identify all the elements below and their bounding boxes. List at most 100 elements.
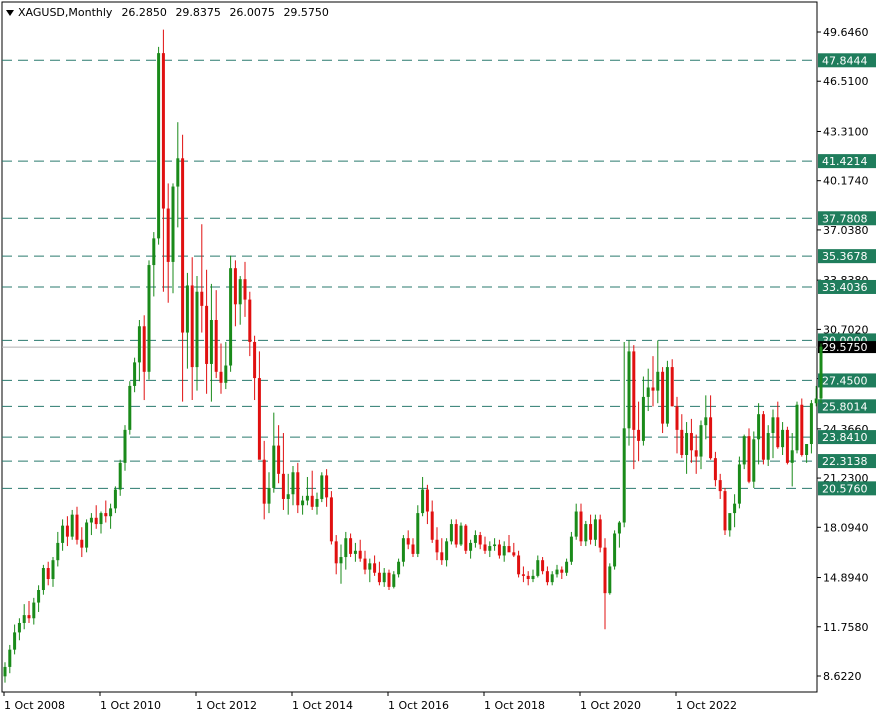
candle-body-up (133, 362, 137, 386)
candle-body-up (488, 546, 492, 551)
candle-body-down (632, 351, 636, 430)
candle-body-down (329, 497, 333, 542)
candle-body-down (709, 417, 713, 459)
candle-body-up (646, 387, 650, 397)
candle-body-up (171, 186, 175, 262)
candle-body-down (517, 555, 521, 575)
current-price-label: 29.5750 (822, 341, 868, 354)
candle-body-down (761, 414, 765, 460)
candle-body-up (805, 444, 809, 456)
candle-body-up (353, 550, 357, 554)
candle-body-down (713, 458, 717, 481)
candle-body-up (37, 590, 41, 603)
candle-body-down (142, 326, 146, 372)
candle-body-down (373, 563, 377, 573)
candle-body-down (325, 475, 329, 498)
candle-body-up (382, 572, 386, 583)
candle-body-up (699, 425, 703, 457)
candle-body-up (157, 53, 161, 239)
candle-body-down (637, 429, 641, 441)
candle-body-down (46, 568, 50, 580)
price-axis-label: 8.6220 (823, 670, 862, 683)
price-axis-label: 18.0940 (823, 521, 869, 534)
candle-body-down (675, 406, 679, 430)
candle-body-up (320, 475, 324, 499)
candle-body-up (737, 464, 741, 504)
candle-body-up (32, 602, 36, 619)
time-axis-label: 1 Oct 2016 (388, 699, 449, 712)
candle-body-up (301, 500, 305, 506)
candle-body-up (445, 541, 449, 561)
candle-body-up (613, 533, 617, 567)
candle-body-down (651, 387, 655, 391)
candle-body-down (497, 544, 501, 556)
candle-body-down (277, 445, 281, 474)
candle-body-up (89, 517, 93, 523)
candle-body-up (685, 433, 689, 456)
candle-body-up (176, 158, 180, 187)
candle-body-down (205, 305, 209, 364)
price-axis-label: 11.7580 (823, 621, 869, 634)
price-chart[interactable]: 49.646046.510043.310040.174037.038033.83… (0, 0, 880, 718)
candle-body-down (219, 371, 223, 383)
time-axis-label: 1 Oct 2022 (676, 699, 737, 712)
candle-body-down (598, 519, 602, 548)
candle-body-up (473, 535, 477, 543)
candle-body-up (401, 538, 405, 562)
candle-body-down (785, 429, 789, 463)
candle-body-up (8, 649, 12, 667)
candle-body-up (493, 544, 497, 547)
candle-body-up (757, 414, 761, 440)
candle-body-up (272, 445, 276, 488)
candle-body-down (411, 544, 415, 554)
candle-body-down (579, 511, 583, 542)
candle-body-up (584, 524, 588, 542)
candle-body-down (430, 511, 434, 540)
price-axis-label: 49.6460 (823, 26, 869, 39)
candle-body-up (617, 522, 621, 534)
candle-body-down (377, 572, 381, 583)
candle-body-up (459, 525, 463, 545)
level-label: 33.4036 (822, 281, 868, 294)
candle-body-down (281, 473, 285, 499)
level-label: 27.4500 (822, 374, 868, 387)
candle-body-down (603, 547, 607, 594)
level-label: 22.3138 (822, 455, 868, 468)
candle-body-up (339, 557, 343, 564)
candle-body-down (800, 404, 804, 456)
candle-body-up (109, 508, 113, 517)
candle-body-down (512, 552, 516, 556)
candle-body-down (75, 514, 79, 540)
candle-body-up (3, 666, 7, 677)
time-axis-label: 1 Oct 2010 (100, 699, 161, 712)
candle-body-up (147, 265, 151, 372)
candle-body-up (665, 367, 669, 424)
candle-body-down (161, 53, 165, 209)
candle-body-down (387, 572, 391, 587)
candle-body-up (22, 615, 26, 623)
candle-body-down (689, 433, 693, 451)
candle-body-down (776, 417, 780, 448)
candle-body-down (545, 571, 549, 583)
candle-body-up (123, 429, 127, 463)
price-axis-label: 14.8940 (823, 572, 869, 585)
level-label: 20.5760 (822, 482, 868, 495)
candle-body-down (435, 539, 439, 553)
candle-body-up (574, 511, 578, 537)
price-axis-label: 43.3100 (823, 125, 869, 138)
candle-body-up (814, 398, 818, 404)
candle-body-down (670, 367, 674, 407)
candle-body-up (641, 396, 645, 441)
candle-body-down (507, 546, 511, 553)
candle-body-up (291, 472, 295, 495)
candle-body-down (440, 552, 444, 561)
candle-body-up (397, 561, 401, 575)
candle-body-down (747, 436, 751, 482)
candle-body-up (781, 429, 785, 448)
time-axis-label: 1 Oct 2020 (580, 699, 641, 712)
candle-body-down (200, 291, 204, 306)
candle-body-up (137, 326, 141, 363)
level-label: 23.8410 (822, 431, 868, 444)
candle-body-up (733, 503, 737, 514)
candle-body-up (790, 450, 794, 463)
